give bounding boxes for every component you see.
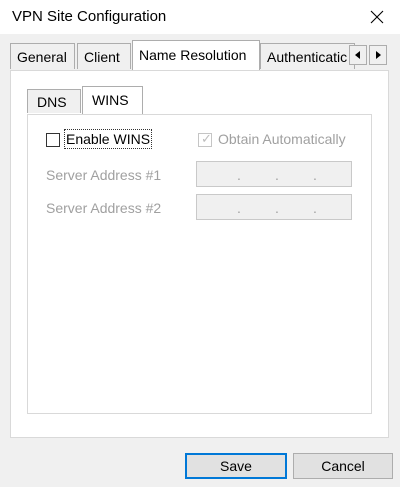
window-title: VPN Site Configuration: [12, 8, 167, 25]
tab-scroll-arrows: [349, 45, 387, 65]
save-button-label: Save: [220, 458, 252, 474]
cancel-button[interactable]: Cancel: [293, 453, 393, 479]
tab-scroll-right-button[interactable]: [369, 45, 387, 65]
ip-separator: .: [275, 200, 279, 216]
tab-client[interactable]: Client: [77, 43, 131, 69]
ip-separator: .: [237, 167, 241, 183]
server-address-1-field[interactable]: . . .: [196, 161, 352, 187]
server-address-1-label: Server Address #1: [46, 167, 162, 183]
obtain-automatically-checkbox[interactable]: ✓: [198, 131, 212, 147]
enable-wins-checkbox[interactable]: [46, 133, 60, 147]
server-address-2-label: Server Address #2: [46, 200, 162, 216]
subtab-wins-label: WINS: [92, 92, 129, 108]
cancel-button-label: Cancel: [321, 458, 365, 474]
save-button[interactable]: Save: [185, 453, 287, 479]
close-icon: [370, 10, 384, 24]
ip-separator: .: [237, 200, 241, 216]
arrow-right-icon: [376, 51, 381, 59]
subtab-wins[interactable]: WINS: [82, 86, 143, 114]
ip-separator: .: [313, 167, 317, 183]
tab-general[interactable]: General: [10, 43, 75, 69]
ip-separator: .: [275, 167, 279, 183]
tab-authentication-label: Authenticatic: [267, 49, 348, 65]
subtab-dns[interactable]: DNS: [27, 89, 81, 113]
server-address-2-field[interactable]: . . .: [196, 194, 352, 220]
checkmark-icon: ✓: [201, 131, 212, 146]
tab-scroll-left-button[interactable]: [349, 45, 367, 65]
obtain-automatically-label: Obtain Automatically: [218, 131, 346, 147]
close-button[interactable]: [354, 0, 400, 34]
tab-authentication[interactable]: Authenticatic: [260, 43, 355, 69]
tab-client-label: Client: [84, 49, 120, 65]
subtab-dns-label: DNS: [37, 94, 67, 110]
tab-general-label: General: [17, 49, 67, 65]
ip-separator: .: [313, 200, 317, 216]
arrow-left-icon: [355, 51, 360, 59]
enable-wins-label[interactable]: Enable WINS: [63, 129, 153, 149]
tab-name-resolution[interactable]: Name Resolution: [132, 40, 260, 70]
title-bar: VPN Site Configuration: [0, 0, 400, 34]
wins-panel: [27, 114, 372, 414]
tab-name-resolution-label: Name Resolution: [139, 47, 247, 63]
